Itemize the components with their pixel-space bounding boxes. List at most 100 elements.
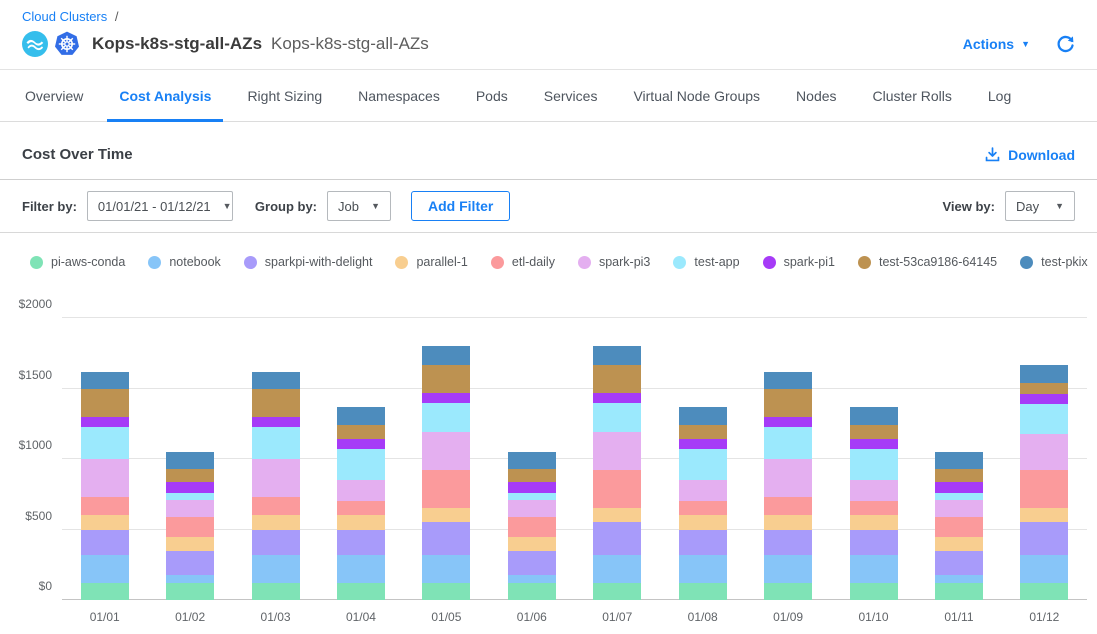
bar-segment-test-pkix[interactable] (337, 407, 385, 425)
bar-segment-test-app[interactable] (508, 493, 556, 500)
refresh-icon[interactable] (1056, 35, 1075, 54)
tab-nodes[interactable]: Nodes (784, 70, 848, 122)
bar-segment-sparkpi-with-delight[interactable] (422, 522, 470, 554)
bar-segment-test-53ca9186-64145[interactable] (337, 425, 385, 439)
bar-segment-test-app[interactable] (679, 449, 727, 480)
bar-segment-parallel-1[interactable] (764, 515, 812, 529)
bar-segment-notebook[interactable] (337, 555, 385, 583)
bar-segment-test-53ca9186-64145[interactable] (252, 389, 300, 417)
bar-segment-notebook[interactable] (1020, 555, 1068, 583)
group-by-select[interactable]: Job ▼ (327, 191, 391, 221)
legend-item-spark-pi1[interactable]: spark-pi1 (763, 255, 835, 269)
legend-item-etl-daily[interactable]: etl-daily (491, 255, 555, 269)
bar-segment-parallel-1[interactable] (1020, 508, 1068, 522)
bar-segment-sparkpi-with-delight[interactable] (252, 530, 300, 555)
bar-segment-sparkpi-with-delight[interactable] (81, 530, 129, 555)
tab-right-sizing[interactable]: Right Sizing (235, 70, 334, 122)
bar-segment-pi-aws-conda[interactable] (81, 583, 129, 600)
bar-segment-pi-aws-conda[interactable] (422, 583, 470, 600)
bar-segment-test-app[interactable] (337, 449, 385, 480)
bar-segment-parallel-1[interactable] (81, 515, 129, 529)
bar-segment-test-pkix[interactable] (593, 346, 641, 364)
bar-segment-notebook[interactable] (679, 555, 727, 583)
tab-pods[interactable]: Pods (464, 70, 520, 122)
bar-segment-spark-pi1[interactable] (166, 482, 214, 493)
bar-segment-etl-daily[interactable] (1020, 470, 1068, 508)
tab-namespaces[interactable]: Namespaces (346, 70, 452, 122)
bar-segment-test-53ca9186-64145[interactable] (764, 389, 812, 417)
bar-segment-spark-pi1[interactable] (81, 417, 129, 427)
bar-segment-test-app[interactable] (81, 427, 129, 459)
bar-segment-sparkpi-with-delight[interactable] (166, 551, 214, 575)
bar-segment-test-app[interactable] (166, 493, 214, 500)
bar-segment-parallel-1[interactable] (935, 537, 983, 551)
legend-item-sparkpi-with-delight[interactable]: sparkpi-with-delight (244, 255, 373, 269)
legend-item-parallel-1[interactable]: parallel-1 (395, 255, 467, 269)
bar-segment-notebook[interactable] (166, 575, 214, 583)
bar-segment-test-app[interactable] (593, 403, 641, 433)
bar-segment-etl-daily[interactable] (166, 517, 214, 537)
bar-segment-etl-daily[interactable] (81, 497, 129, 515)
bar-segment-test-53ca9186-64145[interactable] (1020, 383, 1068, 394)
bar-segment-pi-aws-conda[interactable] (337, 583, 385, 600)
bar-segment-spark-pi3[interactable] (81, 459, 129, 497)
breadcrumb-link-cloud-clusters[interactable]: Cloud Clusters (22, 9, 107, 24)
bar-segment-test-pkix[interactable] (679, 407, 727, 425)
bar-segment-sparkpi-with-delight[interactable] (679, 530, 727, 555)
bar-segment-etl-daily[interactable] (422, 470, 470, 508)
legend-item-notebook[interactable]: notebook (148, 255, 220, 269)
bar-segment-test-app[interactable] (935, 493, 983, 500)
bar-segment-test-app[interactable] (252, 427, 300, 459)
legend-item-test-53ca9186-64145[interactable]: test-53ca9186-64145 (858, 255, 997, 269)
date-range-select[interactable]: 01/01/21 - 01/12/21 ▼ (87, 191, 233, 221)
bar-segment-test-53ca9186-64145[interactable] (166, 469, 214, 482)
view-by-select[interactable]: Day ▼ (1005, 191, 1075, 221)
bar-segment-spark-pi3[interactable] (166, 500, 214, 517)
bar-segment-test-53ca9186-64145[interactable] (850, 425, 898, 439)
bar-segment-test-pkix[interactable] (508, 452, 556, 469)
bar-segment-sparkpi-with-delight[interactable] (850, 530, 898, 555)
bar-segment-sparkpi-with-delight[interactable] (764, 530, 812, 555)
bar-segment-test-53ca9186-64145[interactable] (935, 469, 983, 482)
bar-segment-test-pkix[interactable] (252, 372, 300, 389)
bar-segment-etl-daily[interactable] (764, 497, 812, 515)
legend-item-test-pkix[interactable]: test-pkix (1020, 255, 1088, 269)
bar-segment-test-app[interactable] (422, 403, 470, 433)
bar-segment-pi-aws-conda[interactable] (1020, 583, 1068, 600)
bar-segment-spark-pi1[interactable] (252, 417, 300, 427)
bar-segment-pi-aws-conda[interactable] (593, 583, 641, 600)
bar-segment-pi-aws-conda[interactable] (252, 583, 300, 600)
bar-segment-spark-pi3[interactable] (679, 480, 727, 501)
bar-segment-notebook[interactable] (593, 555, 641, 583)
bar-segment-spark-pi3[interactable] (422, 432, 470, 470)
bar-segment-test-53ca9186-64145[interactable] (679, 425, 727, 439)
bar-segment-notebook[interactable] (850, 555, 898, 583)
bar-segment-notebook[interactable] (764, 555, 812, 583)
bar-segment-test-pkix[interactable] (81, 372, 129, 389)
bar-segment-sparkpi-with-delight[interactable] (508, 551, 556, 575)
bar-segment-notebook[interactable] (508, 575, 556, 583)
bar-segment-spark-pi1[interactable] (337, 439, 385, 449)
bar-segment-test-pkix[interactable] (166, 452, 214, 469)
bar-segment-parallel-1[interactable] (850, 515, 898, 529)
bar-segment-spark-pi3[interactable] (1020, 434, 1068, 471)
bar-segment-parallel-1[interactable] (679, 515, 727, 529)
bar-segment-spark-pi1[interactable] (935, 482, 983, 493)
bar-segment-pi-aws-conda[interactable] (850, 583, 898, 600)
bar-segment-spark-pi1[interactable] (422, 393, 470, 403)
bar-segment-etl-daily[interactable] (337, 501, 385, 515)
tab-services[interactable]: Services (532, 70, 610, 122)
bar-segment-sparkpi-with-delight[interactable] (1020, 522, 1068, 554)
bar-segment-sparkpi-with-delight[interactable] (337, 530, 385, 555)
bar-segment-spark-pi1[interactable] (764, 417, 812, 427)
bar-segment-test-pkix[interactable] (764, 372, 812, 389)
bar-segment-spark-pi3[interactable] (850, 480, 898, 501)
bar-segment-pi-aws-conda[interactable] (166, 583, 214, 600)
bar-segment-spark-pi3[interactable] (508, 500, 556, 517)
bar-segment-test-app[interactable] (1020, 404, 1068, 434)
bar-segment-test-app[interactable] (764, 427, 812, 459)
bar-segment-sparkpi-with-delight[interactable] (935, 551, 983, 575)
bar-segment-parallel-1[interactable] (422, 508, 470, 522)
bar-segment-test-pkix[interactable] (935, 452, 983, 469)
tab-virtual-node-groups[interactable]: Virtual Node Groups (621, 70, 772, 122)
